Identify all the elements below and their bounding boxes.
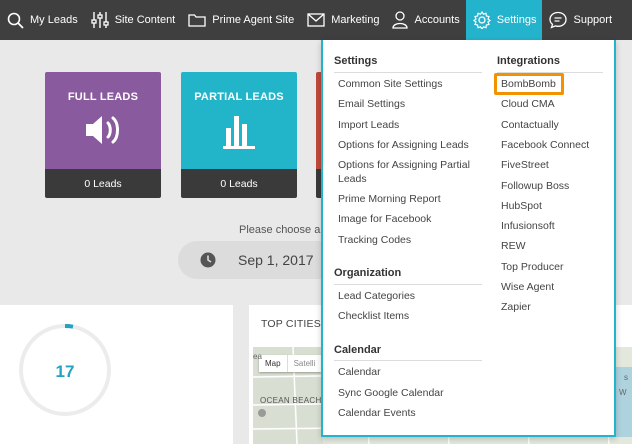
bar-chart-icon bbox=[223, 116, 255, 149]
calendar-section-heading: Calendar bbox=[334, 344, 382, 356]
menu-calendar[interactable]: Calendar bbox=[338, 366, 381, 379]
settings-divider bbox=[334, 72, 482, 73]
menu-email-settings[interactable]: Email Settings bbox=[338, 98, 405, 111]
menu-fivestreet[interactable]: FiveStreet bbox=[501, 159, 549, 172]
organization-divider bbox=[334, 284, 482, 285]
nav-prime-agent-site[interactable]: Prime Agent Site bbox=[181, 0, 300, 40]
nav-settings-label: Settings bbox=[496, 14, 537, 26]
menu-facebook-connect[interactable]: Facebook Connect bbox=[501, 139, 589, 152]
clock-icon bbox=[200, 252, 216, 268]
date-value: Sep 1, 2017 bbox=[238, 252, 314, 268]
nav-support-label: Support bbox=[573, 14, 613, 26]
full-leads-count: 0 Leads bbox=[45, 169, 161, 198]
menu-import-leads[interactable]: Import Leads bbox=[338, 119, 399, 132]
menu-lead-categories[interactable]: Lead Categories bbox=[338, 290, 415, 303]
menu-zapier[interactable]: Zapier bbox=[501, 301, 531, 314]
nav-settings[interactable]: Settings bbox=[465, 0, 543, 40]
menu-wise-agent[interactable]: Wise Agent bbox=[501, 281, 554, 294]
menu-common-site-settings[interactable]: Common Site Settings bbox=[338, 78, 442, 91]
integrations-section-heading: Integrations bbox=[497, 55, 560, 67]
map-side-label-2: W bbox=[619, 388, 627, 397]
top-cities-title: TOP CITIES bbox=[261, 318, 321, 330]
nav-marketing-label: Marketing bbox=[331, 14, 380, 26]
menu-prime-morning-report[interactable]: Prime Morning Report bbox=[338, 193, 441, 206]
nav-marketing[interactable]: Marketing bbox=[300, 0, 385, 40]
chat-icon bbox=[549, 11, 568, 29]
full-leads-title: FULL LEADS bbox=[67, 91, 139, 103]
sliders-icon bbox=[91, 12, 109, 28]
nav-my-leads-label: My Leads bbox=[30, 14, 78, 26]
folder-icon bbox=[188, 14, 206, 27]
date-prompt: Please choose a bbox=[239, 224, 321, 236]
volume-icon bbox=[86, 116, 119, 144]
top-nav: My Leads Site Content Prime Agent Site M… bbox=[0, 0, 632, 40]
menu-checklist-items[interactable]: Checklist Items bbox=[338, 310, 409, 323]
settings-section-heading: Settings bbox=[334, 55, 378, 67]
partial-leads-tile[interactable]: PARTIAL LEADS 0 Leads bbox=[181, 72, 297, 198]
menu-options-assigning-partial-cont[interactable]: Leads bbox=[338, 173, 367, 186]
user-icon bbox=[392, 11, 409, 29]
menu-calendar-events[interactable]: Calendar Events bbox=[338, 407, 416, 420]
map-place-label: OCEAN BEACH bbox=[260, 396, 322, 405]
map-button[interactable]: Map bbox=[259, 355, 287, 372]
gauge-value: 17 bbox=[55, 362, 75, 381]
nav-accounts-label: Accounts bbox=[414, 14, 460, 26]
nav-support[interactable]: Support bbox=[542, 0, 618, 40]
menu-contactually[interactable]: Contactually bbox=[501, 119, 559, 132]
envelope-icon bbox=[307, 13, 325, 27]
menu-rew[interactable]: REW bbox=[501, 240, 526, 253]
gear-icon bbox=[472, 11, 491, 29]
menu-followup-boss[interactable]: Followup Boss bbox=[501, 180, 569, 193]
menu-cloud-cma[interactable]: Cloud CMA bbox=[501, 98, 555, 111]
menu-hubspot[interactable]: HubSpot bbox=[501, 200, 542, 213]
menu-sync-google-calendar[interactable]: Sync Google Calendar bbox=[338, 387, 444, 400]
calendar-divider bbox=[334, 360, 482, 361]
map-type-toggle: Map Satelli bbox=[259, 355, 322, 372]
partial-leads-title: PARTIAL LEADS bbox=[194, 91, 284, 103]
partial-leads-count: 0 Leads bbox=[181, 169, 297, 198]
nav-site-content[interactable]: Site Content bbox=[84, 0, 182, 40]
full-leads-tile[interactable]: FULL LEADS 0 Leads bbox=[45, 72, 161, 198]
menu-tracking-codes[interactable]: Tracking Codes bbox=[338, 234, 411, 247]
menu-bombbomb[interactable]: BombBomb bbox=[501, 78, 556, 91]
search-icon bbox=[7, 12, 24, 29]
menu-top-producer[interactable]: Top Producer bbox=[501, 261, 563, 274]
menu-options-assigning-partial[interactable]: Options for Assigning Partial bbox=[338, 159, 470, 172]
menu-options-assigning-leads[interactable]: Options for Assigning Leads bbox=[338, 139, 469, 152]
map-side-label-1: ea bbox=[253, 352, 262, 361]
nav-prime-agent-site-label: Prime Agent Site bbox=[212, 14, 295, 26]
nav-site-content-label: Site Content bbox=[114, 14, 176, 26]
menu-image-for-facebook[interactable]: Image for Facebook bbox=[338, 213, 431, 226]
satellite-button[interactable]: Satelli bbox=[286, 355, 322, 372]
menu-infusionsoft[interactable]: Infusionsoft bbox=[501, 220, 555, 233]
nav-accounts[interactable]: Accounts bbox=[385, 0, 465, 40]
map-side-label-3: s bbox=[624, 373, 628, 382]
nav-my-leads[interactable]: My Leads bbox=[0, 0, 84, 40]
organization-section-heading: Organization bbox=[334, 267, 402, 279]
